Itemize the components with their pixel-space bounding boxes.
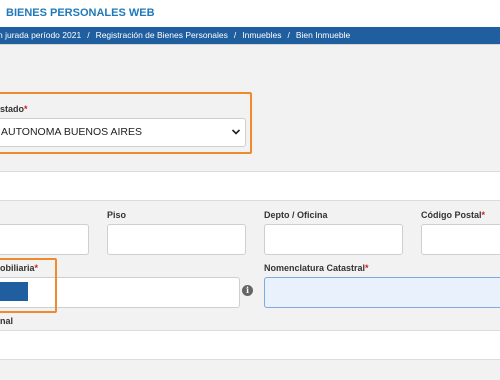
nal-label: nal [0,316,14,326]
breadcrumb-item-inmuebles[interactable]: Inmuebles [242,27,281,44]
breadcrumb-separator: / [233,30,237,40]
form-band-1 [0,171,500,201]
breadcrumb-item-bien-inmueble: Bien Inmueble [295,30,351,40]
depto-field[interactable] [264,224,403,255]
breadcrumb-separator: / [287,30,290,40]
piso-field[interactable] [107,224,246,255]
codigo-postal-field[interactable] [421,224,500,255]
header-divider [0,44,500,45]
highlight-estado [0,92,252,154]
piso-label: Piso [107,210,127,220]
info-circle-icon[interactable]: i [242,285,253,296]
calle-field[interactable] [0,224,89,255]
nomenclatura-label: Nomenclatura Catastral* [264,263,369,273]
highlight-partida [0,258,57,313]
breadcrumb-item-declaracion[interactable]: n jurada período 2021 [0,27,81,44]
breadcrumb-item-registracion[interactable]: Registración de Bienes Personales [96,27,228,44]
form-band-2 [0,330,500,360]
depto-label: Depto / Oficina [264,210,328,220]
breadcrumb-separator: / [87,30,90,40]
codigo-postal-label: Código Postal* [421,210,486,220]
breadcrumb: n jurada período 2021 / Registración de Bi… [0,27,500,44]
app-title: BIENES PERSONALES WEB [6,7,155,19]
nomenclatura-field[interactable] [264,277,500,308]
app-header: BIENES PERSONALES WEB [0,0,500,27]
